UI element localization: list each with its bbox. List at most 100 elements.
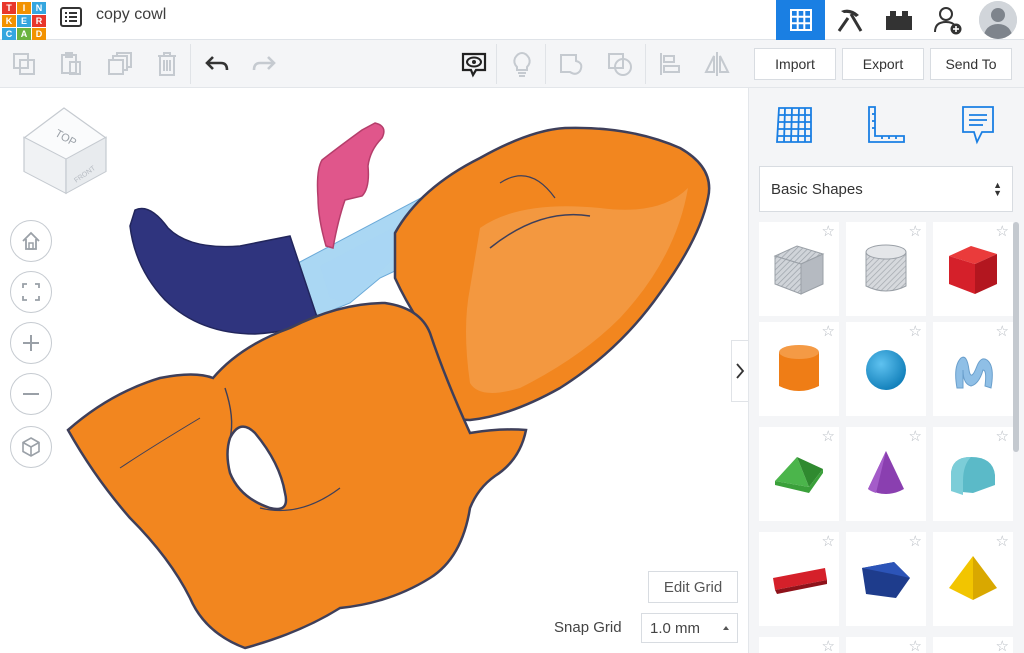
ungroup-icon [608, 53, 632, 76]
logo-letter: K [2, 15, 16, 27]
bricks-view-button[interactable] [874, 0, 923, 40]
align-button[interactable] [654, 48, 686, 80]
polygon-icon [862, 562, 910, 598]
zoom-out-button[interactable] [10, 373, 52, 415]
mirror-button[interactable] [701, 48, 733, 80]
plus-icon [23, 335, 39, 351]
shape-tile-box[interactable]: ☆ [933, 222, 1013, 316]
perspective-button[interactable] [10, 426, 52, 468]
ungroup-button[interactable] [604, 48, 636, 80]
favorite-star-icon[interactable]: ☆ [822, 639, 835, 653]
sphere-icon [866, 350, 906, 390]
add-user-button[interactable] [923, 0, 972, 40]
cylinder-hole-icon [865, 244, 907, 292]
lightbulb-icon [513, 51, 531, 77]
ruler-tab[interactable] [863, 102, 909, 148]
collapse-panel-button[interactable] [731, 340, 748, 402]
notes-button[interactable] [506, 48, 538, 80]
tinkercad-logo[interactable]: T I N K E R C A D [2, 2, 46, 40]
shape-tile-pyramid[interactable]: ☆ [933, 532, 1013, 626]
design-list-icon[interactable] [60, 6, 82, 28]
group-icon [560, 54, 583, 75]
notes-tab[interactable] [955, 102, 1001, 148]
shape-tile-cylinder-hole[interactable]: ☆ [846, 222, 926, 316]
pickaxe-icon [837, 9, 862, 32]
shape-tile-partial[interactable]: ☆ [846, 637, 926, 653]
shape-tile-sphere[interactable]: ☆ [846, 322, 926, 416]
text-shape-icon [773, 568, 827, 594]
shape-tile-cylinder[interactable]: ☆ [759, 322, 839, 416]
trash-icon [158, 52, 176, 76]
shape-tile-box-hole[interactable]: ☆ [759, 222, 839, 316]
shape-tile-text[interactable]: ☆ [759, 532, 839, 626]
redo-button[interactable] [248, 48, 280, 80]
3d-design-view-button[interactable] [776, 0, 825, 40]
undo-button[interactable] [201, 48, 233, 80]
fit-view-button[interactable] [10, 271, 52, 313]
cube-icon [22, 437, 40, 457]
paste-button[interactable] [55, 48, 87, 80]
box-icon [949, 246, 997, 294]
panel-scrollbar[interactable] [1013, 222, 1019, 452]
view-switcher [776, 0, 1024, 40]
duplicate-button[interactable] [104, 48, 136, 80]
toolbar-divider [545, 44, 546, 84]
user-avatar[interactable] [972, 0, 1024, 40]
view-cube[interactable]: TOP FRONT [20, 106, 110, 198]
box-hole-icon [773, 245, 825, 295]
show-all-button[interactable] [458, 48, 490, 80]
duplicate-icon [108, 52, 132, 75]
shape-tile-partial[interactable]: ☆ [933, 637, 1013, 653]
grid-icon [789, 9, 812, 31]
chevron-right-icon [736, 363, 745, 379]
design-title[interactable]: copy cowl [96, 6, 166, 24]
shape-tile-polygon[interactable]: ☆ [846, 532, 926, 626]
ruler-icon [868, 106, 905, 143]
fit-icon [22, 283, 40, 301]
logo-letter: N [32, 2, 46, 14]
caret-up-icon [723, 626, 729, 630]
paste-icon [61, 52, 81, 75]
top-bar: T I N K E R C A D copy cowl [0, 0, 1024, 40]
scribble-icon [955, 356, 993, 389]
toolbar-divider [190, 44, 191, 84]
shape-tile-roof[interactable]: ☆ [759, 427, 839, 521]
delete-button[interactable] [151, 48, 183, 80]
workplane[interactable]: TOP FRONT Edit Grid Snap Grid 1.0 mm [0, 88, 748, 653]
select-arrows-icon: ▲ ▼ [993, 180, 1002, 198]
avatar-image [979, 1, 1017, 39]
favorite-star-icon[interactable]: ☆ [909, 639, 922, 653]
import-button[interactable]: Import [754, 48, 836, 80]
logo-letter: E [17, 15, 31, 27]
cone-icon [868, 451, 904, 494]
shape-category-select[interactable]: Basic Shapes ▲ ▼ [759, 166, 1013, 212]
shape-tile-partial[interactable]: ☆ [759, 637, 839, 653]
add-user-icon [933, 7, 961, 35]
mirror-icon [704, 52, 730, 76]
home-view-button[interactable] [10, 220, 52, 262]
toolbar-divider [496, 44, 497, 84]
brick-icon [885, 11, 912, 30]
codeblocks-view-button[interactable] [825, 0, 874, 40]
export-button[interactable]: Export [842, 48, 924, 80]
pyramid-icon [949, 556, 997, 600]
edit-grid-button[interactable]: Edit Grid [648, 571, 738, 603]
3d-scene[interactable] [0, 88, 748, 653]
shapes-panel: Basic Shapes ▲ ▼ ☆ ☆ ☆ ☆ ☆ ☆ ☆ ☆ ☆ ☆ ☆ ☆… [748, 88, 1024, 653]
copy-button[interactable] [8, 48, 40, 80]
send-to-button[interactable]: Send To [930, 48, 1012, 80]
shape-tile-cone[interactable]: ☆ [846, 427, 926, 521]
copy-icon [13, 53, 35, 75]
align-icon [660, 53, 680, 75]
group-button[interactable] [556, 48, 588, 80]
zoom-in-button[interactable] [10, 322, 52, 364]
logo-letter: T [2, 2, 16, 14]
shape-tile-scribble[interactable]: ☆ [933, 322, 1013, 416]
cylinder-icon [779, 345, 819, 391]
roof-icon [775, 457, 823, 493]
workplane-tab[interactable] [771, 102, 817, 148]
shape-category-value: Basic Shapes [771, 180, 863, 198]
shape-tile-round-roof[interactable]: ☆ [933, 427, 1013, 521]
snap-grid-select[interactable]: 1.0 mm [641, 613, 738, 643]
favorite-star-icon[interactable]: ☆ [996, 639, 1009, 653]
